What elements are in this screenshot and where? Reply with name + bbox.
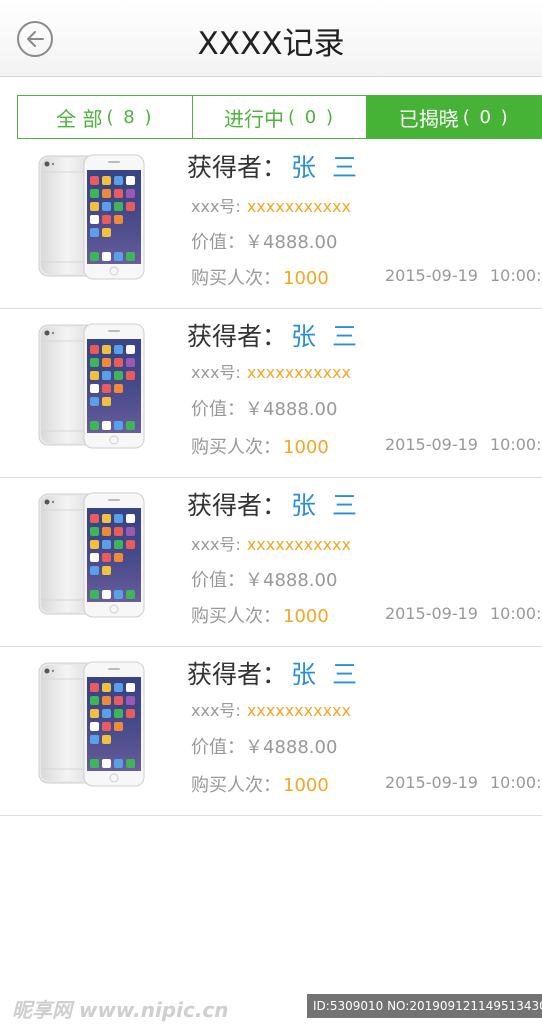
winner-line: 获得者：张 三 — [187, 148, 361, 184]
buyers-label: 购买人次： — [191, 437, 281, 458]
iphone-product-image — [38, 154, 145, 280]
buyers-label: 购买人次： — [191, 775, 281, 796]
header-bar: XXXX记录 — [0, 0, 542, 77]
winner-name: 张 三 — [291, 491, 361, 520]
winner-line: 获得者：张 三 — [187, 317, 361, 353]
buyers-label: 购买人次： — [191, 606, 281, 627]
price-line: 价值：￥4888.00 — [191, 395, 337, 421]
winner-label: 获得者： — [187, 153, 288, 182]
date-value: 2015-09-19 — [385, 266, 478, 285]
code-value: xxxxxxxxxxx — [246, 535, 351, 554]
code-label: xxx号: — [191, 363, 241, 382]
winner-label: 获得者： — [187, 322, 288, 351]
tab-in-progress[interactable]: 进行中 ( 0 ) — [192, 96, 368, 138]
tab-all[interactable]: 全 部 ( 8 ) — [18, 96, 193, 138]
winner-line: 获得者：张 三 — [187, 486, 361, 522]
date-line: 2015-09-19 10:00:0 — [385, 266, 542, 285]
record-item[interactable]: 获得者：张 三 xxx号: xxxxxxxxxxx 价值：￥4888.00 购买人… — [0, 647, 542, 816]
winner-label: 获得者： — [187, 660, 288, 689]
buyers-line: 购买人次： 1000 — [191, 602, 329, 628]
code-label: xxx号: — [191, 197, 241, 216]
buyers-value: 1000 — [283, 437, 329, 458]
iphone-product-image — [38, 661, 145, 787]
code-value: xxxxxxxxxxx — [246, 701, 351, 720]
code-line: xxx号: xxxxxxxxxxx — [191, 359, 351, 383]
code-label: xxx号: — [191, 701, 241, 720]
buyers-line: 购买人次： 1000 — [191, 433, 329, 459]
winner-name: 张 三 — [291, 322, 361, 351]
record-item[interactable]: 获得者：张 三 xxx号: xxxxxxxxxxx 价值：￥4888.00 购买人… — [0, 478, 542, 647]
price-line: 价值：￥4888.00 — [191, 566, 337, 592]
page-title: XXXX记录 — [197, 26, 345, 62]
code-value: xxxxxxxxxxx — [246, 197, 351, 216]
code-line: xxx号: xxxxxxxxxxx — [191, 531, 351, 555]
winner-name: 张 三 — [291, 660, 361, 689]
date-value: 2015-09-19 — [385, 435, 478, 454]
time-value: 10:00:0 — [489, 773, 542, 792]
iphone-product-image — [38, 492, 145, 618]
buyers-value: 1000 — [283, 775, 329, 796]
price-label: 价值： — [191, 399, 245, 420]
code-value: xxxxxxxxxxx — [246, 363, 351, 382]
price-value: ￥4888.00 — [245, 399, 338, 420]
tab-label: 进行中 — [224, 106, 285, 131]
winner-line: 获得者：张 三 — [187, 655, 361, 691]
buyers-line: 购买人次： 1000 — [191, 264, 329, 290]
date-line: 2015-09-19 10:00:0 — [385, 435, 542, 454]
code-line: xxx号: xxxxxxxxxxx — [191, 193, 351, 217]
iphone-product-image — [38, 323, 145, 449]
buyers-value: 1000 — [283, 268, 329, 289]
price-label: 价值： — [191, 570, 245, 591]
tab-count: ( 0 ) — [462, 106, 510, 128]
price-label: 价值： — [191, 232, 245, 253]
buyers-value: 1000 — [283, 606, 329, 627]
tab-revealed[interactable]: 已揭晓 ( 0 ) — [367, 96, 542, 138]
date-line: 2015-09-19 10:00:0 — [385, 604, 542, 623]
tab-bar: 全 部 ( 8 ) 进行中 ( 0 ) 已揭晓 ( 0 ) — [17, 95, 542, 139]
price-value: ￥4888.00 — [245, 737, 338, 758]
buyers-line: 购买人次： 1000 — [191, 771, 329, 797]
price-line: 价值：￥4888.00 — [191, 733, 337, 759]
price-line: 价值：￥4888.00 — [191, 228, 337, 254]
tab-label: 全 部 — [56, 106, 103, 131]
code-label: xxx号: — [191, 535, 241, 554]
price-label: 价值： — [191, 737, 245, 758]
tab-count: ( 0 ) — [288, 106, 335, 128]
date-line: 2015-09-19 10:00:0 — [385, 773, 542, 792]
winner-name: 张 三 — [291, 153, 361, 182]
price-value: ￥4888.00 — [245, 570, 338, 591]
time-value: 10:00:0 — [489, 604, 542, 623]
tab-count: ( 8 ) — [106, 106, 154, 128]
time-value: 10:00:0 — [489, 266, 542, 285]
date-value: 2015-09-19 — [385, 604, 478, 623]
page: XXXX记录 全 部 ( 8 ) 进行中 ( 0 ) 已揭晓 ( 0 ) 获得者… — [0, 0, 542, 1024]
price-value: ￥4888.00 — [245, 232, 338, 253]
watermark-logo: 昵享网 www.nipic.cn — [12, 998, 229, 1022]
record-item[interactable]: 获得者：张 三 xxx号: xxxxxxxxxxx 价值：￥4888.00 购买人… — [0, 140, 542, 309]
winner-label: 获得者： — [187, 491, 288, 520]
date-value: 2015-09-19 — [385, 773, 478, 792]
time-value: 10:00:0 — [489, 435, 542, 454]
buyers-label: 购买人次： — [191, 268, 281, 289]
code-line: xxx号: xxxxxxxxxxx — [191, 697, 351, 721]
watermark-id: ID:5309010 NO:20190912114951343032 — [307, 994, 542, 1018]
record-item[interactable]: 获得者：张 三 xxx号: xxxxxxxxxxx 价值：￥4888.00 购买人… — [0, 309, 542, 478]
tab-label: 已揭晓 — [398, 106, 459, 131]
